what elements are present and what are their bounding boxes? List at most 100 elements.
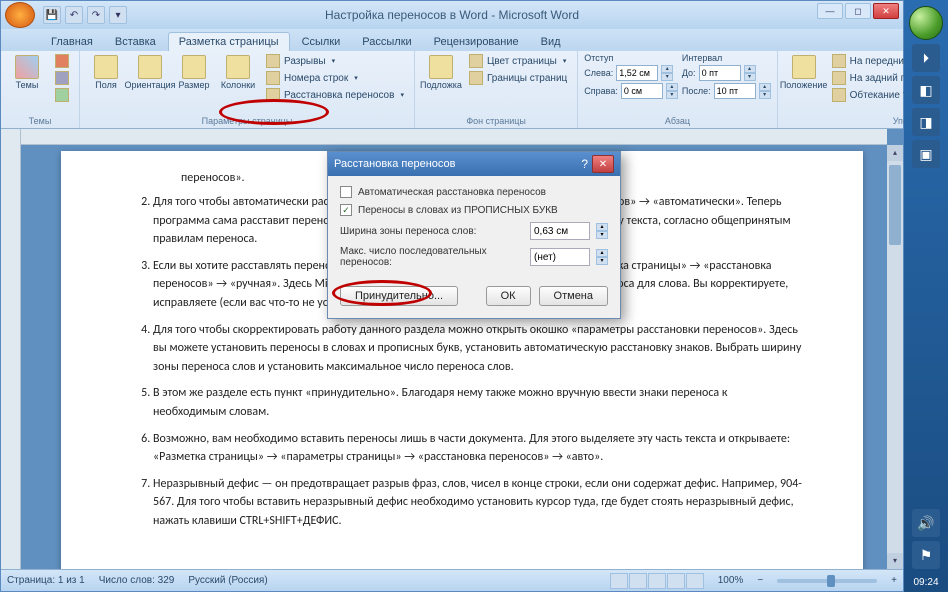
vertical-scrollbar[interactable]: ▴ ▾	[887, 145, 903, 569]
maximize-button[interactable]: ◻	[845, 3, 871, 19]
qat-save[interactable]: 💾	[43, 6, 61, 24]
watermark-icon	[429, 55, 453, 79]
dialog-help-icon[interactable]: ?	[581, 157, 588, 171]
tray-icon[interactable]: 🔊	[912, 509, 940, 537]
cancel-button[interactable]: Отмена	[539, 286, 608, 306]
zone-input[interactable]	[530, 222, 590, 240]
line-numbers-button[interactable]: Номера строк▾	[262, 70, 408, 86]
page-borders-button[interactable]: Границы страниц	[465, 70, 571, 86]
ok-button[interactable]: ОК	[486, 286, 531, 306]
margins-button[interactable]: Поля	[86, 53, 126, 93]
breaks-button[interactable]: Разрывы▾	[262, 53, 408, 69]
start-button[interactable]	[909, 6, 943, 40]
auto-hyphen-checkbox[interactable]	[340, 186, 352, 198]
max-input[interactable]	[530, 248, 590, 266]
status-words[interactable]: Число слов: 329	[99, 575, 175, 586]
group-label-paragraph: Абзац	[584, 116, 770, 128]
taskbar-app-icon[interactable]: 🞂	[912, 44, 940, 72]
view-outline[interactable]	[667, 573, 685, 589]
caps-hyphen-checkbox[interactable]: ✓	[340, 204, 352, 216]
group-page-background: Подложка Цвет страницы▾ Границы страниц …	[415, 51, 578, 128]
tab-view[interactable]: Вид	[531, 33, 571, 51]
status-language[interactable]: Русский (Россия)	[188, 575, 267, 586]
theme-colors[interactable]	[51, 53, 73, 69]
bring-front-icon	[832, 54, 846, 68]
zoom-out[interactable]: −	[757, 575, 763, 586]
windows-taskbar: 🞂 ◧ ◨ ▣ 🔊 ⚑ 09:24	[904, 0, 948, 592]
watermark-button[interactable]: Подложка	[421, 53, 461, 93]
themes-button[interactable]: Темы	[7, 53, 47, 93]
vertical-ruler[interactable]	[1, 129, 21, 569]
columns-icon	[226, 55, 250, 79]
tray-icon[interactable]: ⚑	[912, 541, 940, 569]
dialog-body: Автоматическая расстановка переносов ✓ П…	[328, 176, 620, 278]
view-print-layout[interactable]	[610, 573, 628, 589]
theme-effects[interactable]	[51, 87, 73, 103]
qat-customize[interactable]: ▾	[109, 6, 127, 24]
page-borders-label: Границы страниц	[487, 73, 567, 84]
zoom-level[interactable]: 100%	[718, 575, 744, 586]
zone-label: Ширина зоны переноса слов:	[340, 226, 524, 237]
tab-mailings[interactable]: Рассылки	[352, 33, 421, 51]
status-page[interactable]: Страница: 1 из 1	[7, 575, 85, 586]
scroll-down-icon[interactable]: ▾	[887, 553, 903, 569]
indent-right-input[interactable]	[621, 83, 663, 99]
dialog-close-button[interactable]: ✕	[592, 155, 614, 173]
hyphenation-button[interactable]: Расстановка переносов▾	[262, 87, 408, 103]
qat-undo[interactable]: ↶	[65, 6, 83, 24]
manual-button[interactable]: Принудительно...	[340, 286, 458, 306]
tab-insert[interactable]: Вставка	[105, 33, 166, 51]
group-label-page-bg: Фон страницы	[421, 116, 571, 128]
caps-hyphen-label: Переносы в словах из ПРОПИСНЫХ БУКВ	[358, 205, 608, 216]
orientation-label: Ориентация	[124, 81, 175, 91]
spacing-after-label: После:	[682, 86, 711, 96]
dialog-titlebar[interactable]: Расстановка переносов ? ✕	[328, 152, 620, 176]
view-draft[interactable]	[686, 573, 704, 589]
qat-redo[interactable]: ↷	[87, 6, 105, 24]
dialog-buttons: Принудительно... ОК Отмена	[328, 278, 620, 318]
status-bar: Страница: 1 из 1 Число слов: 329 Русский…	[1, 569, 903, 591]
close-button[interactable]: ✕	[873, 3, 899, 19]
list-item: Возможно, вам необходимо вставить перено…	[153, 430, 803, 467]
minimize-button[interactable]: —	[817, 3, 843, 19]
spacing-after-spinner[interactable]: ▴▾	[759, 83, 771, 99]
zoom-in[interactable]: +	[891, 575, 897, 586]
tab-references[interactable]: Ссылки	[292, 33, 351, 51]
max-spinner[interactable]: ▴▾	[596, 249, 608, 265]
horizontal-ruler[interactable]	[21, 129, 887, 145]
indent-left-input[interactable]	[616, 65, 658, 81]
list-item: Неразрывный дефис — он предотвращает раз…	[153, 475, 803, 531]
taskbar-app-icon[interactable]: ◨	[912, 108, 940, 136]
columns-button[interactable]: Колонки	[218, 53, 258, 93]
view-web[interactable]	[648, 573, 666, 589]
indent-right-spinner[interactable]: ▴▾	[666, 83, 678, 99]
orientation-icon	[138, 55, 162, 79]
scroll-thumb[interactable]	[889, 165, 901, 245]
taskbar-app-icon[interactable]: ▣	[912, 140, 940, 168]
indent-left-spinner[interactable]: ▴▾	[661, 65, 673, 81]
spacing-before-spinner[interactable]: ▴▾	[744, 65, 756, 81]
size-button[interactable]: Размер	[174, 53, 214, 93]
zoom-thumb[interactable]	[827, 575, 835, 587]
scroll-up-icon[interactable]: ▴	[887, 145, 903, 161]
position-label: Положение	[780, 81, 828, 91]
zoom-slider[interactable]	[777, 579, 877, 583]
view-full-screen[interactable]	[629, 573, 647, 589]
zone-spinner[interactable]: ▴▾	[596, 223, 608, 239]
orientation-button[interactable]: Ориентация	[130, 53, 170, 93]
dialog-title: Расстановка переносов	[334, 158, 455, 170]
spacing-after-input[interactable]	[714, 83, 756, 99]
office-button[interactable]	[5, 2, 35, 28]
position-button[interactable]: Положение	[784, 53, 824, 93]
watermark-label: Подложка	[420, 81, 462, 91]
window-controls: — ◻ ✕	[815, 3, 899, 19]
spacing-before-input[interactable]	[699, 65, 741, 81]
theme-fonts[interactable]	[51, 70, 73, 86]
tab-page-layout[interactable]: Разметка страницы	[168, 32, 290, 51]
taskbar-clock[interactable]: 09:24	[913, 573, 938, 592]
tab-review[interactable]: Рецензирование	[424, 33, 529, 51]
taskbar-app-icon[interactable]: ◧	[912, 76, 940, 104]
page-color-button[interactable]: Цвет страницы▾	[465, 53, 571, 69]
tab-home[interactable]: Главная	[41, 33, 103, 51]
indent-heading: Отступ	[584, 53, 678, 63]
